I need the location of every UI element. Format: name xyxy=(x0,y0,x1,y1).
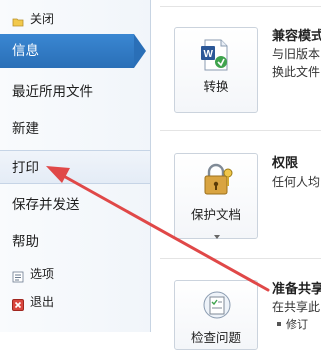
check-issues-label: 检查问题 xyxy=(190,330,241,345)
section-divider xyxy=(160,130,321,131)
svg-text:W: W xyxy=(204,49,214,60)
options-icon xyxy=(12,268,24,283)
sidebar-item-print[interactable]: 打印 xyxy=(0,150,150,184)
sidebar-item-label: 帮助 xyxy=(12,234,39,250)
prepare-share-desc-line1: 在共享此 xyxy=(272,300,321,314)
sidebar-item-label: 最近所用文件 xyxy=(12,84,93,100)
sidebar-item-recent[interactable]: 最近所用文件 xyxy=(0,75,150,109)
sidebar-item-exit[interactable]: 退出 xyxy=(0,291,150,313)
word-convert-icon: W xyxy=(199,38,233,72)
sidebar-item-label: 信息 xyxy=(12,43,39,59)
sidebar-item-info[interactable]: 信息 xyxy=(0,34,134,68)
chevron-down-icon xyxy=(214,224,220,239)
sidebar-item-label: 新建 xyxy=(12,121,39,137)
compat-mode-desc-line1: 与旧版本 xyxy=(272,47,321,61)
convert-button[interactable]: W 转换 xyxy=(174,27,258,113)
sidebar-item-close[interactable]: 关闭 xyxy=(0,8,150,30)
sidebar-item-options[interactable]: 选项 xyxy=(0,263,150,285)
convert-button-label: 转换 xyxy=(203,79,229,94)
sidebar-item-help[interactable]: 帮助 xyxy=(0,225,150,259)
exit-icon xyxy=(12,296,24,311)
sidebar-item-label: 关闭 xyxy=(30,12,55,26)
prepare-share-title: 准备共享 xyxy=(272,282,321,297)
permissions-desc: 任何人均 xyxy=(272,175,321,189)
backstage-sidebar: 关闭 信息 最近所用文件 新建 打印 保存并发送 帮助 选项 退出 xyxy=(0,0,151,332)
folder-close-icon xyxy=(12,13,24,27)
checklist-icon xyxy=(201,289,233,321)
compat-mode-title: 兼容模式 xyxy=(272,29,321,44)
sidebar-item-label: 保存并发送 xyxy=(12,197,80,213)
protect-document-button[interactable]: 保护文档 xyxy=(174,153,258,239)
permissions-title: 权限 xyxy=(272,156,299,171)
lock-key-icon xyxy=(199,162,235,198)
sidebar-item-label: 退出 xyxy=(30,295,55,309)
bullet-icon xyxy=(277,322,281,326)
section-divider xyxy=(160,6,321,7)
sidebar-item-label: 选项 xyxy=(30,267,55,281)
section-divider xyxy=(160,258,321,259)
check-issues-button[interactable]: 检查问题 xyxy=(174,280,258,350)
sidebar-item-label: 打印 xyxy=(12,160,39,176)
prepare-share-desc-line2: 修订 xyxy=(286,318,308,331)
active-tab-pointer xyxy=(134,34,146,68)
sidebar-item-save-send[interactable]: 保存并发送 xyxy=(0,188,150,222)
protect-document-label: 保护文档 xyxy=(190,207,241,222)
compat-mode-desc-line2: 换此文件 xyxy=(272,65,321,79)
sidebar-item-new[interactable]: 新建 xyxy=(0,112,150,146)
